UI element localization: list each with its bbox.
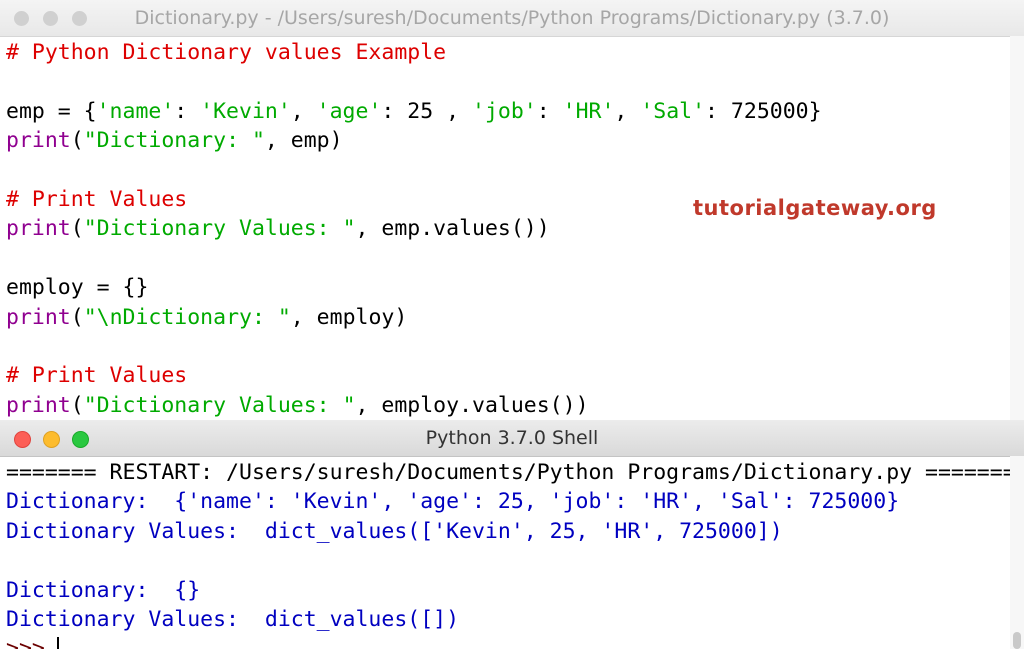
code-line: print("Dictionary Values: ", employ.valu… bbox=[6, 391, 822, 420]
code-token: , emp.values()) bbox=[355, 216, 550, 242]
code-token: : 25 , bbox=[381, 98, 473, 124]
code-token: Dictionary: {'name': 'Kevin', 'age': 25,… bbox=[6, 489, 900, 515]
shell-output-area[interactable]: ======= RESTART: /Users/suresh/Documents… bbox=[6, 458, 1016, 649]
code-line: # Print Values bbox=[6, 361, 822, 390]
code-token: 'Sal' bbox=[640, 98, 706, 124]
code-line: employ = {} bbox=[6, 273, 822, 302]
code-token: ( bbox=[70, 216, 84, 242]
code-token: , bbox=[614, 98, 641, 124]
code-token: "Dictionary: " bbox=[83, 128, 265, 154]
shell-prompt-line[interactable]: >>> bbox=[6, 634, 1016, 649]
editor-code-area[interactable]: # Python Dictionary values Example emp =… bbox=[6, 38, 822, 420]
watermark-logo: tutorialgateway.org bbox=[693, 196, 937, 220]
output-line: Dictionary Values: dict_values([]) bbox=[6, 605, 1016, 634]
code-token: "\nDictionary: " bbox=[83, 304, 291, 330]
code-token: "Dictionary Values: " bbox=[83, 392, 356, 418]
code-token: ( bbox=[70, 392, 84, 418]
code-token: # Python Dictionary values Example bbox=[6, 40, 447, 65]
code-token: Dictionary Values: dict_values([]) bbox=[6, 606, 460, 632]
output-line: Dictionary: {'name': 'Kevin', 'age': 25,… bbox=[6, 487, 1016, 516]
shell-prompt: >>> bbox=[6, 636, 45, 649]
shell-scrollbar[interactable] bbox=[1010, 456, 1024, 649]
code-token: 'Kevin' bbox=[200, 98, 291, 124]
code-token: , employ.values()) bbox=[355, 392, 589, 418]
code-line: emp = {'name': 'Kevin', 'age': 25 , 'job… bbox=[6, 97, 822, 126]
code-token: , emp) bbox=[264, 128, 343, 154]
code-token: , bbox=[290, 98, 317, 124]
code-token: 'age' bbox=[316, 98, 382, 124]
code-token: : bbox=[536, 98, 563, 124]
code-token: print bbox=[6, 304, 71, 330]
code-line: # Python Dictionary values Example bbox=[6, 38, 822, 67]
output-line: Dictionary Values: dict_values(['Kevin',… bbox=[6, 517, 1016, 546]
shell-title: Python 3.7.0 Shell bbox=[425, 427, 599, 449]
code-token: Dictionary Values: dict_values(['Kevin',… bbox=[6, 518, 783, 544]
code-token: ======= RESTART: /Users/suresh/Documents… bbox=[6, 460, 1016, 485]
code-token: ( bbox=[70, 128, 84, 154]
editor-window: Dictionary.py - /Users/suresh/Documents/… bbox=[0, 0, 1024, 420]
code-token: employ = {} bbox=[6, 275, 149, 301]
code-token: print bbox=[6, 216, 71, 242]
code-token: Dictionary: {} bbox=[6, 577, 201, 603]
code-token: print bbox=[6, 392, 71, 418]
code-token: emp = { bbox=[6, 98, 97, 124]
shell-scroll-thumb[interactable] bbox=[1013, 632, 1021, 649]
editor-scrollbar[interactable] bbox=[1010, 36, 1024, 420]
code-token: # Print Values bbox=[6, 186, 188, 212]
editor-title: Dictionary.py - /Users/suresh/Documents/… bbox=[134, 7, 890, 29]
code-token: ( bbox=[70, 304, 84, 330]
code-token: , employ) bbox=[290, 304, 408, 330]
code-token: : 725000} bbox=[705, 98, 822, 124]
code-token: 'HR' bbox=[562, 98, 615, 124]
code-token: 'name' bbox=[96, 98, 175, 124]
code-line: print("\nDictionary: ", employ) bbox=[6, 303, 822, 332]
code-line: print("Dictionary: ", emp) bbox=[6, 126, 822, 155]
shell-window: Python 3.7.0 Shell ======= RESTART: /Use… bbox=[0, 420, 1024, 649]
editor-titlebar: Dictionary.py - /Users/suresh/Documents/… bbox=[0, 0, 1024, 37]
code-token: "Dictionary Values: " bbox=[83, 216, 356, 242]
code-token: : bbox=[174, 98, 201, 124]
code-token: print bbox=[6, 128, 71, 154]
code-token: # Print Values bbox=[6, 363, 188, 389]
shell-titlebar: Python 3.7.0 Shell bbox=[0, 420, 1024, 457]
text-cursor bbox=[56, 637, 59, 649]
output-line: Dictionary: {} bbox=[6, 576, 1016, 605]
output-line: ======= RESTART: /Users/suresh/Documents… bbox=[6, 458, 1016, 487]
code-token: 'job' bbox=[472, 98, 537, 124]
